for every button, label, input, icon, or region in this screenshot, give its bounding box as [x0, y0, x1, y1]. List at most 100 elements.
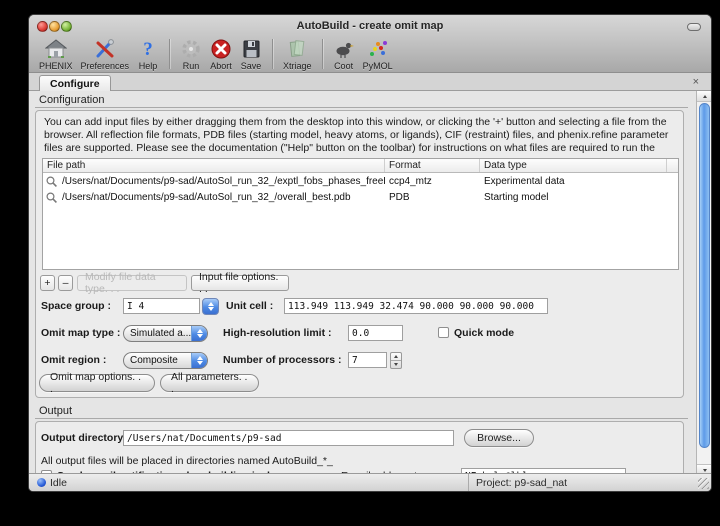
status-separator — [468, 474, 469, 491]
toolbar-separator — [272, 39, 273, 69]
scrollbar-thumb[interactable] — [699, 103, 710, 448]
tab-configure[interactable]: Configure — [39, 75, 111, 91]
toolbar-toggle-button[interactable] — [687, 23, 701, 31]
main-content: Configuration You can add input files by… — [29, 91, 711, 475]
toolbar-item-label: Abort — [210, 61, 232, 71]
space-group-field[interactable]: I 4 — [123, 298, 200, 314]
tab-bar: Configure × — [29, 73, 711, 91]
ribbon-icon — [367, 38, 389, 60]
toolbar-item-label: PyMOL — [363, 61, 393, 71]
column-header-file-path[interactable]: File path — [43, 159, 385, 172]
toolbar-item-label: Coot — [334, 61, 353, 71]
toolbar-item-pymol[interactable]: PyMOL — [359, 38, 397, 71]
column-header-format[interactable]: Format — [385, 159, 480, 172]
unit-cell-label: Unit cell : — [226, 300, 273, 312]
number-of-processors-field[interactable]: 7 — [348, 352, 387, 368]
stepper-down-icon — [208, 307, 214, 311]
home-icon — [45, 38, 67, 60]
dropdown-value: Simulated a... — [124, 328, 191, 339]
input-file-options-button[interactable]: Input file options. . . — [191, 275, 289, 291]
dropdown-arrows-icon — [191, 353, 207, 368]
status-indicator-icon — [37, 478, 46, 487]
project-label: Project: p9-sad_nat — [476, 477, 567, 489]
output-directory-label: Output directory : — [41, 432, 130, 444]
configuration-groupbox: You can add input files by either draggi… — [35, 110, 684, 398]
browse-button[interactable]: Browse... — [464, 429, 534, 447]
high-resolution-limit-field[interactable]: 0.0 — [348, 325, 403, 341]
quick-mode-label: Quick mode — [454, 327, 514, 339]
output-note: All output files will be placed in direc… — [41, 455, 333, 467]
data-type-cell: Starting model — [480, 192, 667, 203]
toolbar-separator — [169, 39, 170, 69]
abort-icon — [210, 38, 232, 60]
toolbar-item-abort[interactable]: Abort — [206, 38, 236, 71]
magnifier-icon — [45, 191, 58, 204]
spinner-down-icon — [391, 361, 401, 368]
omit-region-label: Omit region : — [41, 354, 106, 366]
autobuild-window: AutoBuild - create omit map PHENIX Prefe… — [28, 14, 712, 492]
crystal-icon — [286, 38, 308, 60]
toolbar-item-coot[interactable]: Coot — [329, 38, 359, 71]
stepper-up-icon — [208, 302, 214, 306]
window-title: AutoBuild - create omit map — [29, 20, 711, 32]
toolbar-item-xtriage[interactable]: Xtriage — [279, 38, 316, 71]
omit-map-type-dropdown[interactable]: Simulated a... — [123, 325, 208, 342]
vertical-scrollbar[interactable] — [696, 91, 711, 475]
toolbar-item-run[interactable]: Run — [176, 38, 206, 71]
svg-text:?: ? — [143, 39, 153, 60]
toolbar-item-label: Save — [241, 61, 262, 71]
toolbar-item-phenix[interactable]: PHENIX — [35, 38, 77, 71]
toolbar-item-save[interactable]: Save — [236, 38, 266, 71]
spinner-up-icon — [391, 353, 401, 361]
unit-cell-field[interactable]: 113.949 113.949 32.474 90.000 90.000 90.… — [284, 298, 548, 314]
magnifier-icon — [45, 175, 58, 188]
column-header-spacer — [667, 159, 678, 172]
quick-mode-checkbox[interactable] — [438, 327, 449, 338]
gear-icon — [180, 38, 202, 60]
output-groupbox: Output directory : /Users/nat/Documents/… — [35, 421, 684, 475]
toolbar-item-preferences[interactable]: Preferences — [77, 38, 134, 71]
tab-label: Configure — [50, 78, 100, 90]
toolbar-item-label: PHENIX — [39, 61, 73, 71]
omit-map-options-button[interactable]: Omit map options. . . — [39, 374, 155, 392]
window-chrome: AutoBuild - create omit map PHENIX Prefe… — [29, 15, 711, 73]
add-file-button[interactable]: + — [40, 275, 55, 291]
input-files-table[interactable]: File path Format Data type /Users/nat/Do… — [42, 158, 679, 270]
table-row[interactable]: /Users/nat/Documents/p9-sad/AutoSol_run_… — [43, 189, 678, 205]
table-row[interactable]: /Users/nat/Documents/p9-sad/AutoSol_run_… — [43, 173, 678, 189]
scroll-up-button[interactable] — [697, 91, 712, 102]
toolbar-item-label: Xtriage — [283, 61, 312, 71]
high-resolution-limit-label: High-resolution limit : — [223, 327, 332, 339]
output-directory-field[interactable]: /Users/nat/Documents/p9-sad — [123, 430, 454, 446]
section-divider — [35, 418, 688, 419]
toolbar-item-label: Run — [183, 61, 200, 71]
format-cell: PDB — [385, 192, 480, 203]
processors-spinner[interactable] — [390, 352, 402, 369]
number-of-processors-label: Number of processors : — [223, 354, 341, 366]
space-group-stepper[interactable] — [202, 298, 219, 315]
table-header: File path Format Data type — [43, 159, 678, 173]
column-header-data-type[interactable]: Data type — [480, 159, 667, 172]
toolbar-item-label: Preferences — [81, 61, 130, 71]
file-path-cell: /Users/nat/Documents/p9-sad/AutoSol_run_… — [58, 192, 385, 203]
toolbar-item-help[interactable]: ? Help — [133, 38, 163, 71]
file-path-cell: /Users/nat/Documents/p9-sad/AutoSol_run_… — [58, 176, 385, 187]
all-parameters-button[interactable]: All parameters. . . — [160, 374, 259, 392]
status-text: Idle — [50, 477, 67, 489]
output-section-title: Output — [39, 405, 72, 417]
toolbar-separator — [322, 39, 323, 69]
status-bar: Idle Project: p9-sad_nat — [29, 473, 711, 491]
data-type-cell: Experimental data — [480, 176, 667, 187]
section-divider — [35, 107, 688, 108]
dropdown-value: Composite — [124, 355, 191, 366]
close-icon[interactable]: × — [693, 75, 699, 89]
toolbar-item-label: Help — [139, 61, 158, 71]
format-cell: ccp4_mtz — [385, 176, 480, 187]
omit-map-type-label: Omit map type : — [41, 327, 120, 339]
omit-region-dropdown[interactable]: Composite — [123, 352, 208, 369]
toolbar: PHENIX Preferences ? Help Run — [29, 38, 711, 73]
resize-grip[interactable] — [698, 478, 709, 489]
configuration-section-title: Configuration — [39, 94, 104, 106]
modify-file-data-type-button[interactable]: Modify file data type. . . — [77, 275, 187, 291]
remove-file-button[interactable]: – — [58, 275, 73, 291]
